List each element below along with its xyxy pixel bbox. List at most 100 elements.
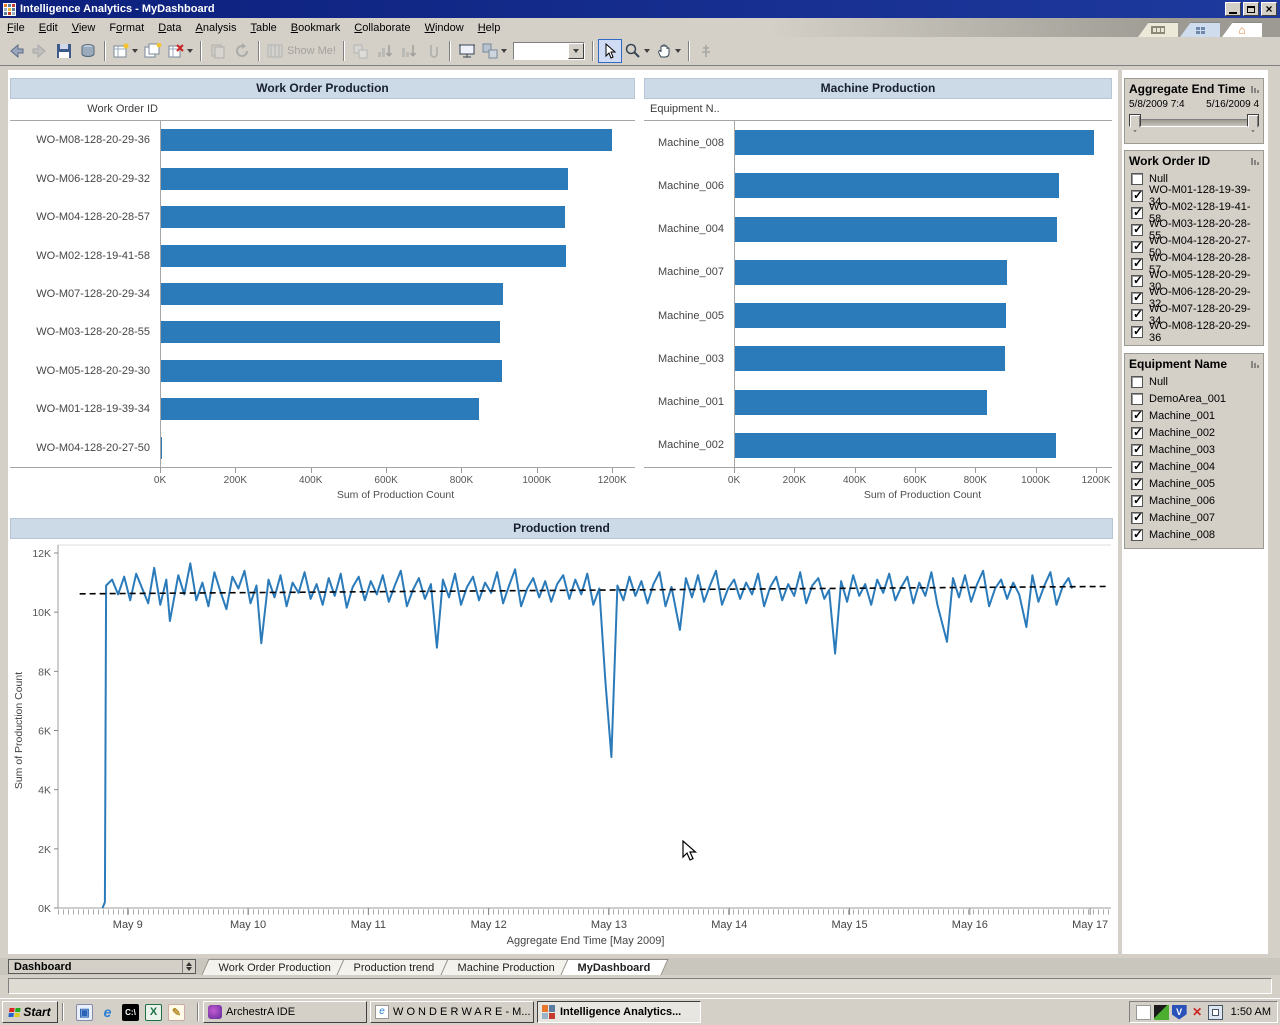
fit-layout-button[interactable] [479, 39, 510, 63]
bar[interactable] [160, 129, 612, 151]
save-button[interactable] [52, 39, 76, 63]
bar[interactable] [734, 173, 1059, 198]
checkbox[interactable] [1131, 495, 1143, 507]
selector-spinner[interactable] [182, 960, 195, 973]
sheet-tab-work-order-production[interactable]: Work Order Production [201, 959, 348, 975]
bar[interactable] [734, 260, 1007, 285]
bar[interactable] [734, 217, 1057, 242]
filmstrip-view-tab[interactable] [1138, 22, 1178, 37]
filter-checkbox-row[interactable]: Machine_007 [1129, 509, 1259, 526]
editor-icon[interactable]: ✎ [168, 1004, 185, 1021]
sheet-tab-machine-production[interactable]: Machine Production [440, 959, 572, 975]
menu-edit[interactable]: Edit [32, 20, 65, 36]
internet-explorer-icon[interactable]: e [99, 1004, 116, 1021]
checkbox[interactable] [1131, 173, 1143, 185]
minimize-button[interactable] [1225, 2, 1241, 16]
menu-window[interactable]: Window [418, 20, 471, 36]
checkbox[interactable] [1131, 444, 1143, 456]
task-button-archestra[interactable]: ArchestrA IDE [203, 1001, 367, 1023]
delete-worksheet-button[interactable] [165, 39, 196, 63]
checkbox[interactable] [1131, 309, 1143, 321]
checkbox[interactable] [1131, 275, 1143, 287]
home-view-tab[interactable]: ⌂ [1222, 22, 1262, 37]
slider-handle-start[interactable] [1129, 114, 1141, 132]
tray-shield-icon[interactable]: V [1172, 1005, 1187, 1020]
bar[interactable] [160, 168, 568, 190]
filter-checkbox-row[interactable]: Machine_002 [1129, 424, 1259, 441]
filter-checkbox-row[interactable]: Machine_004 [1129, 458, 1259, 475]
bar[interactable] [734, 433, 1056, 458]
filter-checkbox-row[interactable]: Machine_003 [1129, 441, 1259, 458]
menu-collaborate[interactable]: Collaborate [347, 20, 417, 36]
bar[interactable] [734, 303, 1006, 328]
new-worksheet-button[interactable] [110, 39, 141, 63]
bar[interactable] [160, 360, 502, 382]
sheet-tab-production-trend[interactable]: Production trend [337, 959, 453, 975]
tray-analytics-icon[interactable] [1136, 1005, 1151, 1020]
mini-chart-icon[interactable] [1251, 361, 1259, 368]
checkbox[interactable] [1131, 241, 1143, 253]
bar[interactable] [734, 346, 1005, 371]
bar[interactable] [734, 390, 987, 415]
menu-help[interactable]: Help [471, 20, 508, 36]
command-prompt-icon[interactable]: C:\ [122, 1004, 139, 1021]
filter-checkbox-row[interactable]: Machine_006 [1129, 492, 1259, 509]
filter-checkbox-row[interactable]: DemoArea_001 [1129, 390, 1259, 407]
zoom-tool-button[interactable] [622, 39, 653, 63]
slider-handle-end[interactable] [1247, 114, 1259, 132]
checkbox[interactable] [1131, 258, 1143, 270]
menu-view[interactable]: View [65, 20, 103, 36]
bar[interactable] [160, 283, 503, 305]
filter-checkbox-row[interactable]: Machine_005 [1129, 475, 1259, 492]
checkbox[interactable] [1131, 512, 1143, 524]
grid-view-tab[interactable] [1180, 22, 1220, 37]
desktop-icon[interactable]: ▣ [76, 1004, 93, 1021]
restore-button[interactable] [1243, 2, 1259, 16]
filter-checkbox-row[interactable]: Machine_008 [1129, 526, 1259, 543]
checkbox[interactable] [1131, 207, 1143, 219]
checkbox[interactable] [1131, 529, 1143, 541]
bar[interactable] [734, 130, 1094, 155]
combobox-dropdown-button[interactable] [568, 43, 584, 59]
bar[interactable] [160, 245, 566, 267]
excel-icon[interactable]: X [145, 1004, 162, 1021]
filter-checkbox-row[interactable]: Null [1129, 373, 1259, 390]
checkbox[interactable] [1131, 326, 1143, 338]
checkbox[interactable] [1131, 410, 1143, 422]
start-button[interactable]: Start [2, 1001, 58, 1023]
task-button-analytics[interactable]: Intelligence Analytics... [537, 1001, 701, 1023]
tray-vm-icon[interactable] [1208, 1005, 1223, 1020]
menu-format[interactable]: Format [102, 20, 151, 36]
menu-table[interactable]: Table [243, 20, 283, 36]
menu-data[interactable]: Data [151, 20, 188, 36]
mini-chart-icon[interactable] [1251, 86, 1259, 93]
tray-flag-icon[interactable] [1154, 1005, 1169, 1020]
checkbox[interactable] [1131, 190, 1143, 202]
checkbox[interactable] [1131, 478, 1143, 490]
checkbox[interactable] [1131, 224, 1143, 236]
dashboard-selector[interactable]: Dashboard [8, 959, 196, 974]
close-button[interactable]: × [1261, 2, 1277, 16]
checkbox[interactable] [1131, 427, 1143, 439]
checkbox[interactable] [1131, 393, 1143, 405]
trend-line-chart[interactable]: 0K2K4K6K8K10K12KMay 9May 10May 11May 12M… [10, 539, 1111, 950]
sheet-tab-mydashboard[interactable]: MyDashboard [561, 959, 669, 975]
bar[interactable] [160, 206, 565, 228]
checkbox[interactable] [1131, 376, 1143, 388]
menu-file[interactable]: File [0, 20, 32, 36]
bar[interactable] [160, 321, 500, 343]
duplicate-worksheet-button[interactable] [141, 39, 165, 63]
toolbar-combobox-input[interactable] [514, 43, 568, 59]
menu-analysis[interactable]: Analysis [188, 20, 243, 36]
bar[interactable] [160, 398, 479, 420]
connect-to-data-button[interactable] [76, 39, 100, 63]
menu-bookmark[interactable]: Bookmark [284, 20, 348, 36]
presentation-mode-button[interactable] [455, 39, 479, 63]
mini-chart-icon[interactable] [1251, 158, 1259, 165]
toolbar-combobox[interactable] [513, 42, 585, 60]
filter-checkbox-row[interactable]: Machine_001 [1129, 407, 1259, 424]
task-button-ie-doc[interactable]: eW O N D E R W A R E - M... [370, 1001, 534, 1023]
filter-checkbox-row[interactable]: WO-M08-128-20-29-36 [1129, 323, 1259, 340]
checkbox[interactable] [1131, 292, 1143, 304]
tray-mute-icon[interactable]: ✕ [1190, 1005, 1205, 1020]
